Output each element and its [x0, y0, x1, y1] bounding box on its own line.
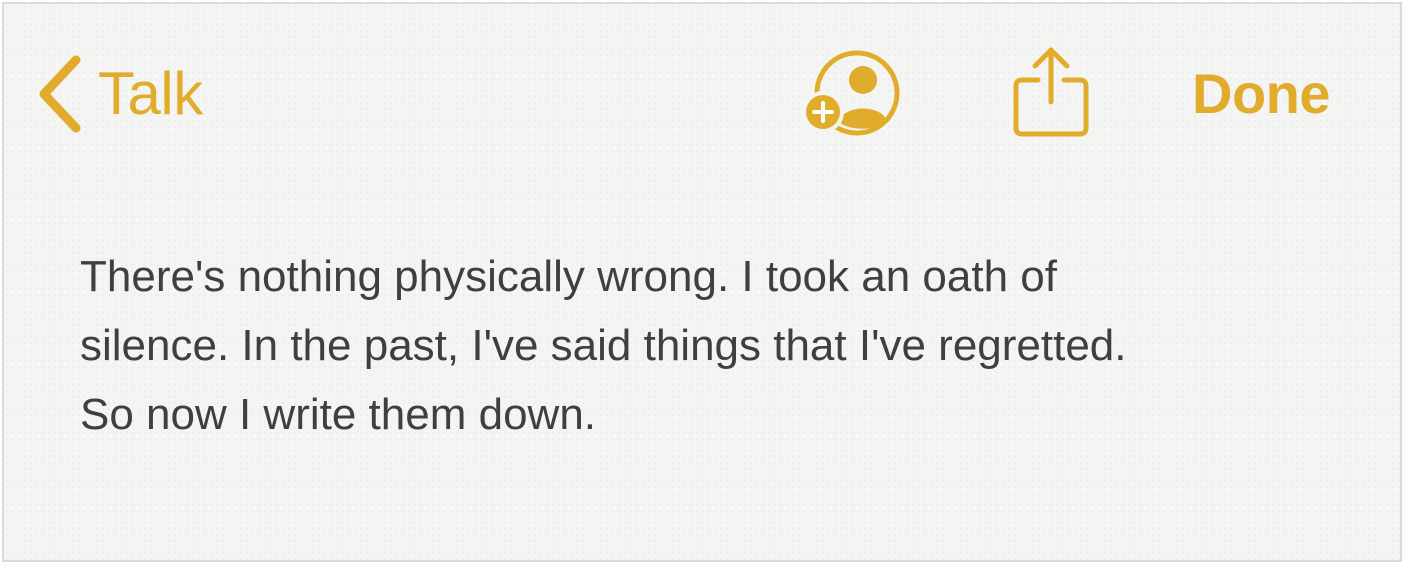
note-line: So now I write them down. [80, 390, 597, 439]
note-line: silence. In the past, I've said things t… [80, 321, 1127, 370]
note-window: Talk Done There's nothing physically wro… [2, 2, 1402, 562]
toolbar: Talk Done [4, 4, 1400, 174]
back-button[interactable]: Talk [34, 52, 203, 136]
chevron-left-icon [39, 55, 81, 133]
note-body[interactable]: There's nothing physically wrong. I took… [80, 242, 1330, 449]
done-button[interactable]: Done [1192, 56, 1331, 132]
add-person-icon [802, 50, 900, 136]
back-label: Talk [98, 60, 203, 127]
add-person-button[interactable] [799, 48, 907, 138]
note-line: There's nothing physically wrong. I took… [80, 252, 1057, 301]
share-button[interactable] [1010, 44, 1092, 140]
share-icon [1013, 47, 1089, 137]
